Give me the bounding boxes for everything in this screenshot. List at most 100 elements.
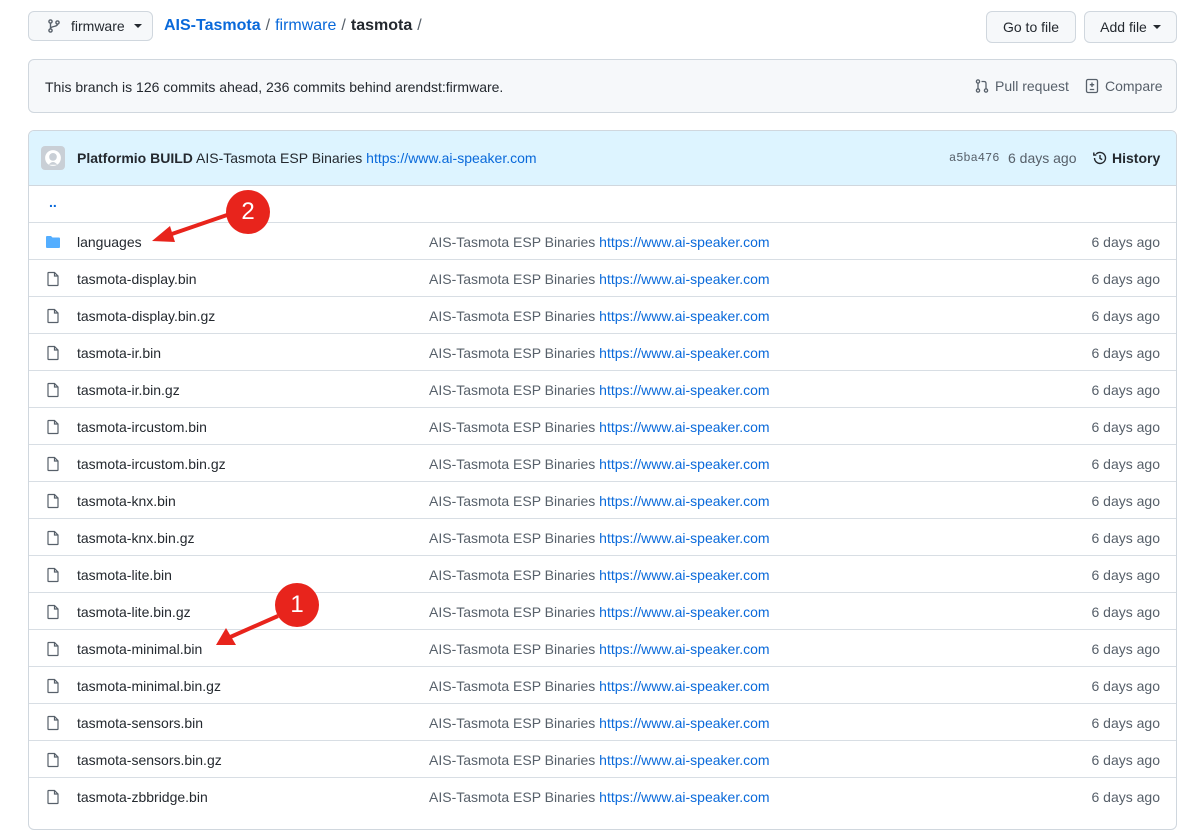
- history-link[interactable]: History: [1092, 150, 1160, 166]
- file-commit-message: AIS-Tasmota ESP Binaries https://www.ai-…: [429, 641, 770, 657]
- file-commit-link[interactable]: https://www.ai-speaker.com: [599, 234, 769, 250]
- file-commit-link[interactable]: https://www.ai-speaker.com: [599, 382, 769, 398]
- file-commit-text[interactable]: AIS-Tasmota ESP Binaries: [429, 752, 595, 768]
- file-row[interactable]: tasmota-ir.bin.gz AIS-Tasmota ESP Binarie…: [29, 370, 1176, 407]
- file-commit-link[interactable]: https://www.ai-speaker.com: [599, 493, 769, 509]
- file-row[interactable]: tasmota-ircustom.bin AIS-Tasmota ESP Bina…: [29, 407, 1176, 444]
- breadcrumb: AIS-Tasmota / firmware / tasmota /: [164, 17, 422, 35]
- file-commit-text[interactable]: AIS-Tasmota ESP Binaries: [429, 271, 595, 287]
- file-commit-link[interactable]: https://www.ai-speaker.com: [599, 641, 769, 657]
- file-commit-link[interactable]: https://www.ai-speaker.com: [599, 530, 769, 546]
- file-row[interactable]: tasmota-lite.bin.gz AIS-Tasmota ESP Binar…: [29, 592, 1176, 629]
- file-name-link[interactable]: languages: [77, 234, 142, 250]
- file-commit-link[interactable]: https://www.ai-speaker.com: [599, 308, 769, 324]
- file-commit-link[interactable]: https://www.ai-speaker.com: [599, 604, 769, 620]
- file-row[interactable]: tasmota-knx.bin AIS-Tasmota ESP Binaries …: [29, 481, 1176, 518]
- github-avatar-icon[interactable]: [41, 146, 65, 170]
- breadcrumb-folder-link[interactable]: firmware: [275, 17, 336, 35]
- file-row[interactable]: tasmota-zbbridge.bin AIS-Tasmota ESP Bina…: [29, 777, 1176, 814]
- file-row[interactable]: tasmota-minimal.bin AIS-Tasmota ESP Binar…: [29, 629, 1176, 666]
- file-commit-text[interactable]: AIS-Tasmota ESP Binaries: [429, 567, 595, 583]
- file-commit-message: AIS-Tasmota ESP Binaries https://www.ai-…: [429, 678, 770, 694]
- file-name-link[interactable]: tasmota-ircustom.bin: [77, 419, 207, 435]
- file-name-link[interactable]: tasmota-ircustom.bin.gz: [77, 456, 226, 472]
- go-to-file-button[interactable]: Go to file: [986, 11, 1076, 43]
- file-name-link[interactable]: tasmota-minimal.bin: [77, 641, 202, 657]
- file-name-link[interactable]: tasmota-knx.bin: [77, 493, 176, 509]
- file-name-link[interactable]: tasmota-display.bin.gz: [77, 308, 215, 324]
- file-commit-text[interactable]: AIS-Tasmota ESP Binaries: [429, 456, 595, 472]
- file-commit-link[interactable]: https://www.ai-speaker.com: [599, 456, 769, 472]
- breadcrumb-repo-link[interactable]: AIS-Tasmota: [164, 17, 261, 35]
- file-name-link[interactable]: tasmota-ir.bin.gz: [77, 382, 180, 398]
- file-row[interactable]: tasmota-ircustom.bin.gz AIS-Tasmota ESP B…: [29, 444, 1176, 481]
- file-commit-link[interactable]: https://www.ai-speaker.com: [599, 567, 769, 583]
- file-icon: [47, 530, 59, 546]
- pull-request-link[interactable]: Pull request: [974, 78, 1069, 94]
- breadcrumb-separator: /: [417, 17, 422, 34]
- file-row[interactable]: tasmota-minimal.bin.gz AIS-Tasmota ESP Bi…: [29, 666, 1176, 703]
- file-commit-text[interactable]: AIS-Tasmota ESP Binaries: [429, 493, 595, 509]
- file-name-link[interactable]: tasmota-display.bin: [77, 271, 197, 287]
- file-row[interactable]: tasmota-display.bin AIS-Tasmota ESP Binar…: [29, 259, 1176, 296]
- file-age: 6 days ago: [1091, 419, 1161, 435]
- file-commit-text[interactable]: AIS-Tasmota ESP Binaries: [429, 789, 595, 805]
- file-name-link[interactable]: tasmota-lite.bin.gz: [77, 604, 191, 620]
- commit-link[interactable]: https://www.ai-speaker.com: [366, 150, 536, 166]
- file-row[interactable]: tasmota-sensors.bin AIS-Tasmota ESP Binar…: [29, 703, 1176, 740]
- file-commit-link[interactable]: https://www.ai-speaker.com: [599, 789, 769, 805]
- file-name-link[interactable]: tasmota-knx.bin.gz: [77, 530, 195, 546]
- file-row[interactable]: tasmota-knx.bin.gz AIS-Tasmota ESP Binari…: [29, 518, 1176, 555]
- file-commit-text[interactable]: AIS-Tasmota ESP Binaries: [429, 419, 595, 435]
- file-name-link[interactable]: tasmota-lite.bin: [77, 567, 172, 583]
- add-file-button[interactable]: Add file: [1084, 11, 1177, 43]
- compare-link[interactable]: Compare: [1084, 78, 1163, 94]
- chevron-down-icon: [133, 24, 142, 28]
- file-commit-text[interactable]: AIS-Tasmota ESP Binaries: [429, 530, 595, 546]
- file-commit-link[interactable]: https://www.ai-speaker.com: [599, 715, 769, 731]
- commit-sha[interactable]: a5ba476: [949, 151, 999, 165]
- file-commit-text[interactable]: AIS-Tasmota ESP Binaries: [429, 234, 595, 250]
- file-commit-link[interactable]: https://www.ai-speaker.com: [599, 752, 769, 768]
- file-commit-text[interactable]: AIS-Tasmota ESP Binaries: [429, 641, 595, 657]
- chevron-down-icon: [1152, 25, 1161, 29]
- file-name-link[interactable]: tasmota-sensors.bin: [77, 715, 203, 731]
- file-icon: [47, 567, 59, 583]
- file-icon: [47, 493, 59, 509]
- parent-directory-link[interactable]: ..: [49, 194, 57, 210]
- file-name-link[interactable]: tasmota-sensors.bin.gz: [77, 752, 222, 768]
- file-age: 6 days ago: [1091, 715, 1161, 731]
- commit-age: 6 days ago: [1008, 150, 1077, 166]
- file-row[interactable]: tasmota-display.bin.gz AIS-Tasmota ESP Bi…: [29, 296, 1176, 333]
- file-commit-link[interactable]: https://www.ai-speaker.com: [599, 271, 769, 287]
- file-row[interactable]: tasmota-ir.bin AIS-Tasmota ESP Binaries h…: [29, 333, 1176, 370]
- file-age: 6 days ago: [1091, 641, 1161, 657]
- breadcrumb-separator: /: [265, 17, 271, 34]
- file-commit-message: AIS-Tasmota ESP Binaries https://www.ai-…: [429, 419, 770, 435]
- commit-message: Platformio BUILD AIS-Tasmota ESP Binarie…: [77, 150, 537, 166]
- file-row[interactable]: tasmota-sensors.bin.gz AIS-Tasmota ESP Bi…: [29, 740, 1176, 777]
- file-age: 6 days ago: [1091, 234, 1161, 250]
- annotation-arrow: [152, 212, 231, 242]
- file-commit-link[interactable]: https://www.ai-speaker.com: [599, 419, 769, 435]
- file-commit-text[interactable]: AIS-Tasmota ESP Binaries: [429, 715, 595, 731]
- file-icon: [47, 345, 59, 361]
- branch-selector-button[interactable]: firmware: [28, 11, 153, 41]
- branch-status-bar: This branch is 126 commits ahead, 236 co…: [28, 59, 1177, 113]
- file-commit-message: AIS-Tasmota ESP Binaries https://www.ai-…: [429, 382, 770, 398]
- file-age: 6 days ago: [1091, 345, 1161, 361]
- file-commit-link[interactable]: https://www.ai-speaker.com: [599, 345, 769, 361]
- file-age: 6 days ago: [1091, 567, 1161, 583]
- folder-icon: [46, 236, 60, 248]
- file-commit-text[interactable]: AIS-Tasmota ESP Binaries: [429, 345, 595, 361]
- commit-author[interactable]: Platformio BUILD: [77, 150, 193, 166]
- file-commit-text[interactable]: AIS-Tasmota ESP Binaries: [429, 678, 595, 694]
- file-commit-text[interactable]: AIS-Tasmota ESP Binaries: [429, 604, 595, 620]
- file-row[interactable]: tasmota-lite.bin AIS-Tasmota ESP Binaries…: [29, 555, 1176, 592]
- file-name-link[interactable]: tasmota-ir.bin: [77, 345, 161, 361]
- file-name-link[interactable]: tasmota-zbbridge.bin: [77, 789, 208, 805]
- file-name-link[interactable]: tasmota-minimal.bin.gz: [77, 678, 221, 694]
- file-commit-text[interactable]: AIS-Tasmota ESP Binaries: [429, 382, 595, 398]
- file-commit-text[interactable]: AIS-Tasmota ESP Binaries: [429, 308, 595, 324]
- file-commit-link[interactable]: https://www.ai-speaker.com: [599, 678, 769, 694]
